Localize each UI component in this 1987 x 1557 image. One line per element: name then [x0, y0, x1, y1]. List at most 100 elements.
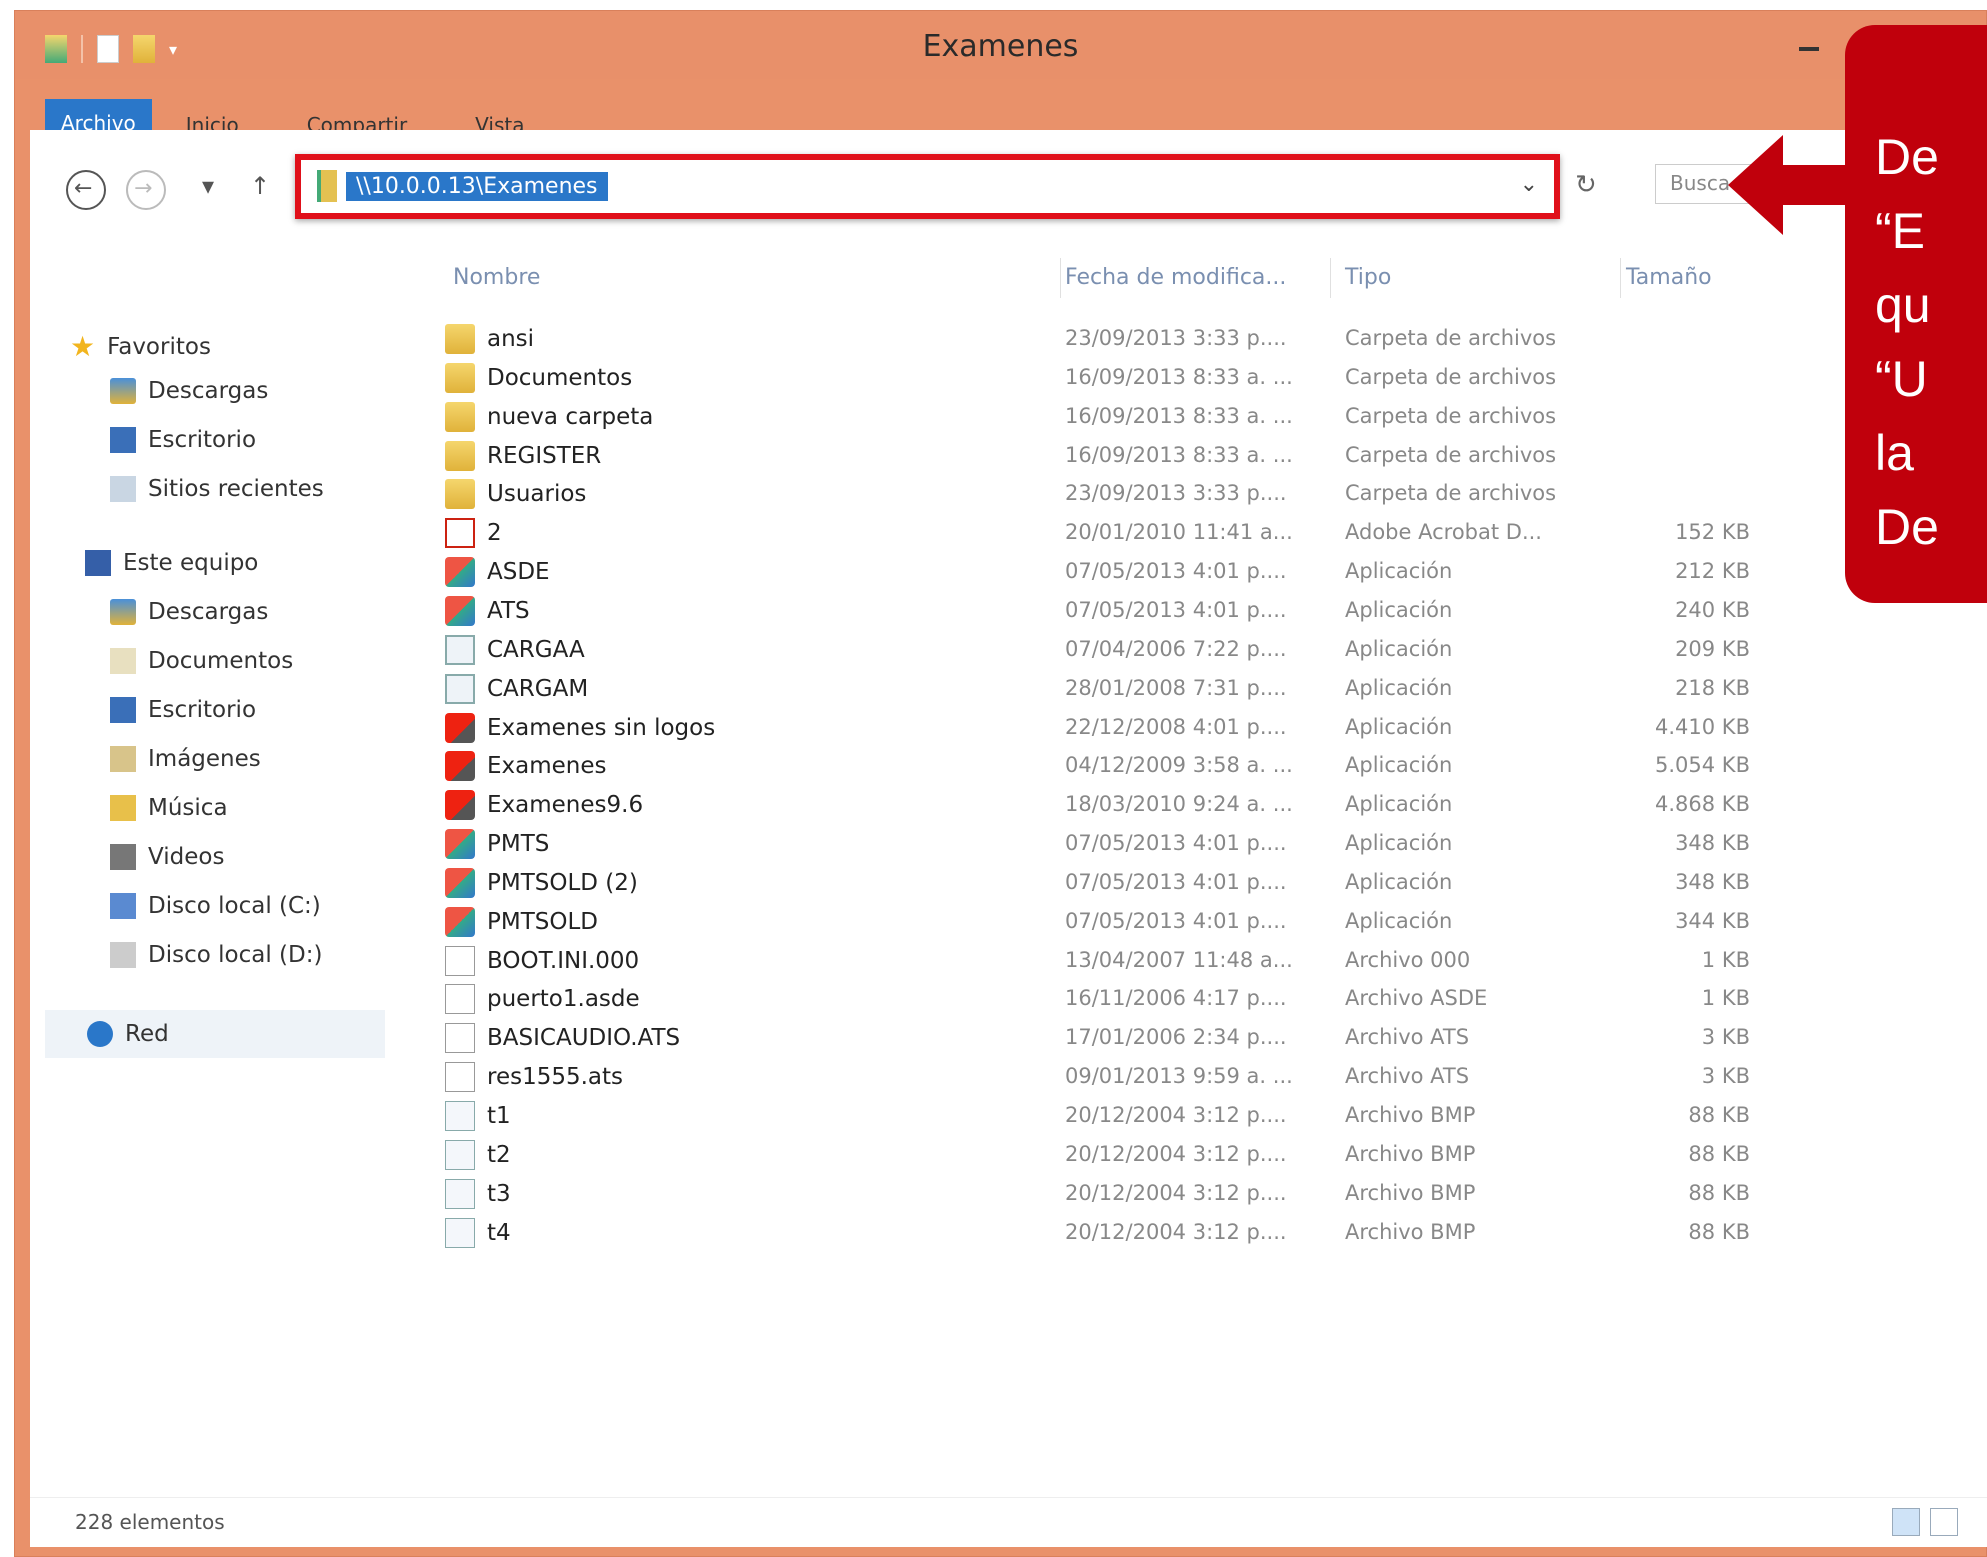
file-name: 2 — [487, 520, 502, 547]
file-name-cell[interactable]: CARGAA — [445, 634, 585, 665]
bmp-icon — [445, 1217, 475, 1248]
file-name-cell[interactable]: puerto1.asde — [445, 984, 640, 1015]
file-date: 07/05/2013 4:01 p.... — [1065, 869, 1287, 894]
large-icons-view-icon[interactable] — [1930, 1508, 1958, 1536]
file-icon — [445, 984, 475, 1015]
file-name-cell[interactable]: t4 — [445, 1217, 511, 1248]
file-size: 88 KB — [1688, 1103, 1750, 1127]
pdf-icon — [445, 518, 475, 549]
column-divider[interactable] — [1620, 258, 1621, 298]
folder-icon — [445, 479, 475, 510]
file-size: 88 KB — [1688, 1219, 1750, 1244]
file-name: PMTS — [487, 831, 550, 858]
file-name: Documentos — [487, 364, 633, 391]
file-date: 07/05/2013 4:01 p.... — [1065, 559, 1287, 584]
minimize-button[interactable] — [1795, 31, 1825, 61]
app-icon — [445, 829, 475, 860]
file-name-cell[interactable]: Examenes9.6 — [445, 790, 643, 821]
file-name-cell[interactable]: BOOT.INI.000 — [445, 945, 640, 976]
file-name-cell[interactable]: Examenes — [445, 751, 607, 782]
file-name: t2 — [487, 1141, 511, 1168]
file-name-cell[interactable]: REGISTER — [445, 440, 602, 471]
file-name: ATS — [487, 597, 530, 624]
file-name: Usuarios — [487, 481, 587, 508]
file-name-cell[interactable]: ansi — [445, 324, 534, 354]
folder-icon — [445, 362, 475, 393]
column-divider[interactable] — [1330, 258, 1331, 298]
file-name: puerto1.asde — [487, 986, 640, 1013]
file-name-cell[interactable]: PMTS — [445, 829, 550, 860]
address-bar[interactable]: \\10.0.0.13\Examenes ⌄ — [295, 154, 1560, 219]
file-name: REGISTER — [487, 442, 602, 469]
app-icon — [445, 906, 475, 937]
file-type: Aplicación — [1345, 559, 1453, 584]
file-name-cell[interactable]: PMTSOLD — [445, 906, 598, 937]
file-type: Archivo BMP — [1345, 1180, 1476, 1205]
file-type: Carpeta de archivos — [1345, 481, 1557, 506]
callout-line: De — [1875, 129, 1939, 185]
column-header-date[interactable]: Fecha de modifica... — [1065, 265, 1286, 290]
file-name: ASDE — [487, 559, 550, 586]
back-button[interactable] — [66, 170, 106, 210]
callout-line: la — [1875, 425, 1914, 481]
forward-button[interactable] — [126, 170, 166, 210]
file-date: 16/09/2013 8:33 a. ... — [1065, 442, 1293, 467]
file-size: 240 KB — [1675, 597, 1750, 622]
callout-line: De — [1875, 499, 1939, 555]
file-type: Archivo 000 — [1345, 947, 1471, 972]
file-size: 88 KB — [1688, 1141, 1750, 1166]
recent-locations-icon[interactable]: ▾ — [202, 172, 214, 200]
refresh-icon[interactable]: ↻ — [1575, 170, 1597, 200]
file-name: t1 — [487, 1103, 511, 1129]
column-header-name[interactable]: Nombre — [453, 265, 540, 290]
bmp-icon — [445, 1139, 475, 1170]
chevron-down-icon[interactable]: ⌄ — [1520, 172, 1538, 197]
callout-line: “U — [1875, 351, 1928, 407]
file-type: Aplicación — [1345, 753, 1453, 778]
file-size: 209 KB — [1675, 636, 1750, 661]
file-name-cell[interactable]: res1555.ats — [445, 1062, 623, 1093]
exe-icon — [445, 673, 475, 704]
column-header-type[interactable]: Tipo — [1345, 265, 1391, 290]
file-name-cell[interactable]: ASDE — [445, 557, 550, 588]
file-date: 20/12/2004 3:12 p.... — [1065, 1141, 1287, 1166]
bmp-icon — [445, 1178, 475, 1209]
file-size: 3 KB — [1701, 1064, 1750, 1089]
file-size: 212 KB — [1675, 559, 1750, 584]
file-name-cell[interactable]: 2 — [445, 518, 502, 549]
file-name-cell[interactable]: nueva carpeta — [445, 401, 653, 432]
file-size: 4.868 KB — [1655, 792, 1750, 817]
file-name-cell[interactable]: PMTSOLD (2) — [445, 867, 638, 898]
file-size: 88 KB — [1688, 1180, 1750, 1205]
file-name-cell[interactable]: t2 — [445, 1139, 511, 1170]
file-name-cell[interactable]: ATS — [445, 595, 530, 626]
file-name-cell[interactable]: Examenes sin logos — [445, 712, 715, 743]
file-name-cell[interactable]: Documentos — [445, 362, 633, 393]
file-name: CARGAM — [487, 675, 589, 702]
file-name-cell[interactable]: Usuarios — [445, 479, 587, 510]
app-icon — [445, 595, 475, 626]
file-name: Examenes — [487, 753, 607, 780]
file-type: Aplicación — [1345, 831, 1453, 856]
table-row[interactable]: t4 20/12/2004 3:12 p.... Archivo BMP 88 KB — [30, 1209, 1987, 1258]
file-type: Archivo BMP — [1345, 1219, 1476, 1244]
file-name: PMTSOLD — [487, 908, 598, 935]
column-header-size[interactable]: Tamaño — [1626, 265, 1712, 290]
file-type: Carpeta de archivos — [1345, 364, 1557, 389]
file-date: 07/05/2013 4:01 p.... — [1065, 908, 1287, 933]
column-divider[interactable] — [1060, 258, 1061, 298]
file-type: Archivo ASDE — [1345, 986, 1488, 1011]
address-path[interactable]: \\10.0.0.13\Examenes — [346, 172, 608, 201]
file-name-cell[interactable]: BASICAUDIO.ATS — [445, 1023, 680, 1054]
window-title: Examenes — [922, 29, 1079, 64]
file-size: 348 KB — [1675, 869, 1750, 894]
item-count: 228 elementos — [75, 1510, 225, 1534]
file-name-cell[interactable]: CARGAM — [445, 673, 589, 704]
folder-icon — [445, 401, 475, 432]
details-view-icon[interactable] — [1892, 1508, 1920, 1536]
file-name-cell[interactable]: t3 — [445, 1178, 511, 1209]
up-arrow-icon[interactable]: ↑ — [250, 172, 270, 200]
file-name-cell[interactable]: t1 — [445, 1101, 511, 1131]
annotation-callout: De “E qu “U la De — [1845, 25, 1987, 603]
file-name: BOOT.INI.000 — [487, 947, 640, 974]
